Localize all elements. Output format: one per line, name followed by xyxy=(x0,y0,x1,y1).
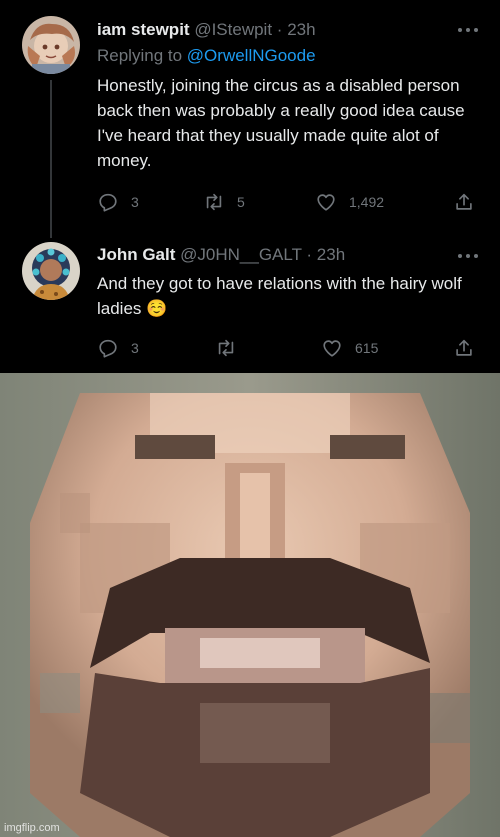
timestamp[interactable]: 23h xyxy=(317,245,345,264)
tweet-header: John Galt @J0HN__GALT · 23h xyxy=(97,245,345,265)
tweet-header: iam stewpit @IStewpit · 23h xyxy=(97,20,316,40)
reply-button[interactable]: 3 xyxy=(97,337,139,359)
tweet-1[interactable]: iam stewpit @IStewpit · 23h Replying to … xyxy=(0,0,500,230)
tweet-actions: 3 615 xyxy=(97,337,477,361)
like-button[interactable]: 615 xyxy=(321,337,378,359)
more-icon[interactable] xyxy=(458,254,478,260)
retweet-button[interactable] xyxy=(215,337,249,359)
separator: · xyxy=(276,20,283,39)
tweet-actions: 3 5 1,492 xyxy=(97,191,477,215)
share-button[interactable] xyxy=(453,191,475,213)
retweet-icon xyxy=(218,339,234,357)
display-name[interactable]: iam stewpit xyxy=(97,20,190,39)
display-name[interactable]: John Galt xyxy=(97,245,175,264)
more-icon[interactable] xyxy=(458,28,478,34)
reply-count: 3 xyxy=(131,340,139,356)
avatar[interactable] xyxy=(22,242,80,300)
handle[interactable]: @IStewpit xyxy=(194,20,272,39)
handle[interactable]: @J0HN__GALT xyxy=(180,245,302,264)
tweet-2[interactable]: John Galt @J0HN__GALT · 23h And they got… xyxy=(0,230,500,373)
like-icon xyxy=(317,194,335,211)
reply-icon xyxy=(99,193,117,212)
retweet-count: 5 xyxy=(237,194,245,210)
like-count: 1,492 xyxy=(349,194,385,210)
retweet-button[interactable]: 5 xyxy=(203,191,245,213)
share-icon xyxy=(456,339,472,356)
share-button[interactable] xyxy=(453,337,475,359)
replying-to-label: Replying to xyxy=(97,46,183,65)
reply-button[interactable]: 3 xyxy=(97,191,139,213)
like-count: 615 xyxy=(355,340,379,356)
avatar[interactable] xyxy=(22,16,80,74)
reply-count: 3 xyxy=(131,194,139,210)
like-button[interactable]: 1,492 xyxy=(315,191,384,213)
face-illustration xyxy=(0,373,500,837)
timestamp[interactable]: 23h xyxy=(287,20,315,39)
watermark: imgflip.com xyxy=(4,822,60,834)
reply-icon xyxy=(99,339,117,358)
mention-link[interactable]: @OrwellNGoode xyxy=(187,46,316,65)
meme-image: imgflip.com xyxy=(0,373,500,837)
thread-line xyxy=(50,230,52,238)
retweet-icon xyxy=(206,193,222,211)
tweet-text: Honestly, joining the circus as a disabl… xyxy=(97,76,465,170)
tweet-text: And they got to have relations with the … xyxy=(97,274,462,318)
share-icon xyxy=(456,193,472,210)
replying-to: Replying to @OrwellNGoode xyxy=(97,46,316,66)
like-icon xyxy=(323,340,341,357)
separator: · xyxy=(306,245,313,264)
thread-line xyxy=(50,80,52,230)
